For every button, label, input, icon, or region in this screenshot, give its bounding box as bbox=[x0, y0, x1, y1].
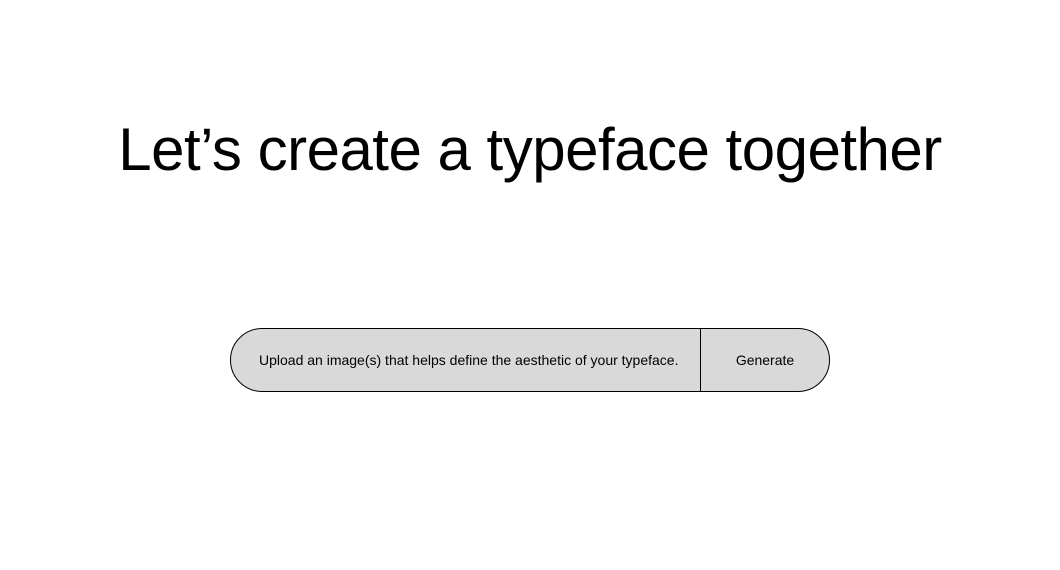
upload-prompt-text: Upload an image(s) that helps define the… bbox=[259, 352, 678, 368]
input-bar: Upload an image(s) that helps define the… bbox=[230, 328, 830, 392]
generate-button[interactable]: Generate bbox=[701, 329, 829, 391]
upload-area[interactable]: Upload an image(s) that helps define the… bbox=[231, 329, 700, 391]
page-title: Let’s create a typeface together bbox=[0, 115, 1060, 184]
